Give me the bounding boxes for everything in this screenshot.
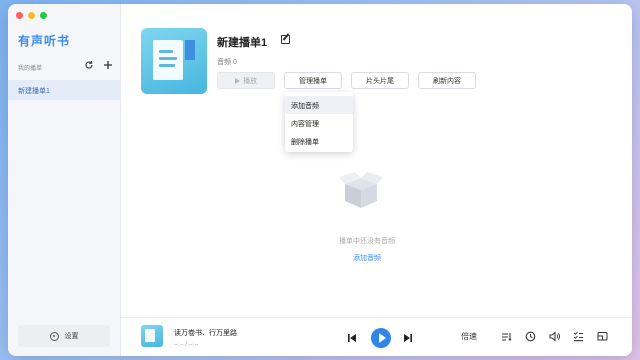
sidebar-item-label: 新建播单1 — [18, 88, 50, 95]
app-window: 有声听书 我的播单 新建播单1 设置 新建播单1 音频 0 播放 管理播单 片头… — [8, 4, 632, 356]
play-button-label: 播放 — [243, 77, 257, 85]
refresh-content-button[interactable]: 刷新内容 — [418, 72, 476, 89]
sidebar-item-playlist[interactable]: 新建播单1 — [8, 80, 120, 100]
edit-icon[interactable] — [281, 35, 290, 44]
playlist-title: 新建播单1 — [217, 37, 268, 49]
player-bar: 读万卷书、行万里路 --:-- / --:-- 倍速 — [121, 317, 632, 356]
menu-item-manage-content[interactable]: 内容管理 — [285, 114, 353, 132]
track-time: --:-- / --:-- — [174, 342, 199, 348]
empty-message: 播单中还没有音频 — [339, 238, 395, 245]
sidebar: 有声听书 我的播单 新建播单1 设置 — [8, 4, 121, 356]
play-icon — [235, 77, 240, 84]
list-icon[interactable] — [573, 331, 584, 342]
minimize-window-button[interactable] — [28, 12, 35, 19]
play-button[interactable]: 播放 — [217, 72, 275, 89]
empty-box-icon — [339, 172, 383, 208]
add-audio-link[interactable]: 添加音频 — [353, 253, 381, 263]
previous-icon[interactable] — [347, 333, 357, 343]
manage-playlist-button[interactable]: 管理播单 — [284, 72, 342, 89]
audio-count: 音频 0 — [217, 59, 237, 66]
app-title: 有声听书 — [18, 34, 71, 48]
next-icon[interactable] — [403, 333, 413, 343]
window-controls — [16, 12, 47, 19]
play-pause-button[interactable] — [371, 328, 391, 348]
refresh-icon[interactable] — [83, 60, 94, 71]
menu-item-delete-playlist[interactable]: 删除播单 — [285, 132, 353, 150]
main-panel: 新建播单1 音频 0 播放 管理播单 片头片尾 刷新内容 添加音频 内容管理 删… — [121, 4, 632, 356]
timer-icon[interactable] — [525, 331, 536, 342]
settings-label: 设置 — [64, 333, 79, 340]
maximize-window-button[interactable] — [40, 12, 47, 19]
playlist-cover — [141, 28, 207, 94]
trim-button-label: 片头片尾 — [366, 77, 394, 85]
playlist-order-icon[interactable] — [501, 331, 512, 342]
speed-button[interactable]: 倍速 — [461, 331, 477, 342]
book-icon — [153, 40, 183, 80]
mini-mode-icon[interactable] — [597, 331, 608, 342]
gear-icon — [49, 331, 59, 341]
section-label: 我的播单 — [18, 66, 43, 72]
menu-item-label: 添加音频 — [291, 103, 319, 110]
intro-outro-button[interactable]: 片头片尾 — [351, 72, 409, 89]
bookmark-icon — [185, 40, 195, 60]
settings-button[interactable]: 设置 — [18, 325, 110, 347]
refresh-button-label: 刷新内容 — [433, 77, 461, 85]
track-title: 读万卷书、行万里路 — [174, 330, 237, 337]
close-window-button[interactable] — [16, 12, 23, 19]
plus-icon[interactable] — [102, 60, 113, 71]
menu-item-add-audio[interactable]: 添加音频 — [285, 96, 353, 114]
menu-item-label: 删除播单 — [291, 139, 319, 146]
volume-icon[interactable] — [549, 331, 560, 342]
now-playing-cover — [141, 325, 163, 347]
manage-button-label: 管理播单 — [299, 77, 327, 85]
sidebar-actions — [83, 60, 113, 71]
menu-item-label: 内容管理 — [291, 121, 319, 128]
manage-dropdown-menu: 添加音频 内容管理 删除播单 — [285, 92, 353, 152]
